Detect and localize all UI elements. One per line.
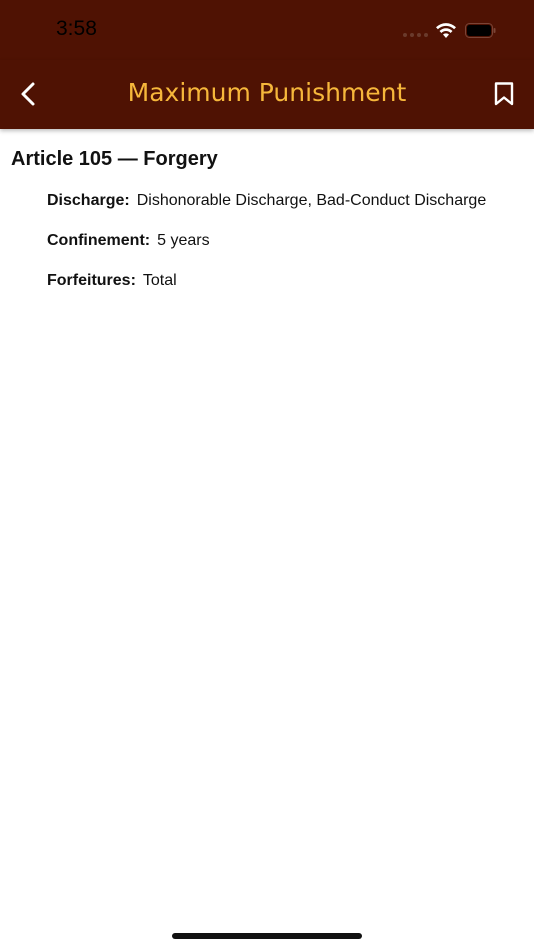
discharge-row: Discharge: Dishonorable Discharge, Bad-Co… [47, 192, 486, 210]
status-bar: 3:58 [0, 0, 534, 60]
forfeitures-row: Forfeitures: Total [47, 272, 177, 290]
battery-icon [465, 23, 496, 38]
forfeitures-value: Total [142, 272, 177, 289]
confinement-value: 5 years [157, 232, 210, 249]
home-indicator[interactable] [172, 933, 362, 939]
confinement-row: Confinement: 5 years [47, 232, 210, 250]
page-title: Maximum Punishment [127, 78, 407, 107]
bookmark-button[interactable] [488, 76, 520, 112]
article-title: Article 105 — Forgery [11, 148, 218, 170]
discharge-label: Discharge: [47, 192, 130, 209]
confinement-label: Confinement: [47, 232, 151, 249]
signal-icon [403, 33, 428, 37]
wifi-icon [436, 23, 456, 38]
navigation-bar: Maximum Punishment [0, 60, 534, 129]
forfeitures-label: Forfeitures: [47, 272, 136, 289]
status-time: 3:58 [56, 17, 97, 40]
bookmark-icon [494, 82, 514, 106]
discharge-value: Dishonorable Discharge, Bad-Conduct Disc… [136, 192, 487, 209]
